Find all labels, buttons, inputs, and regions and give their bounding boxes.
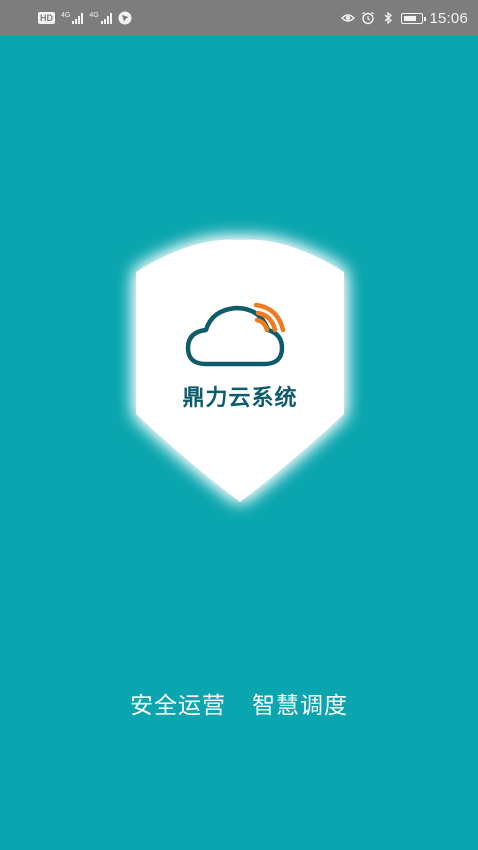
battery-icon [401,12,427,24]
signal-icon: 4G [61,12,84,24]
clock: 15:06 [429,9,468,27]
bluetooth-icon [385,11,393,25]
hd-icon: HD [38,12,55,24]
status-bar: HD 4G 4G 15:06 [0,0,478,36]
slogan: 安全运营 智慧调度 [0,686,478,720]
slogan-right: 智慧调度 [252,693,348,719]
slogan-left: 安全运营 [130,693,226,719]
status-bar-right: 15:06 [341,10,468,27]
signal-icon: 4G [89,12,112,24]
eye-icon [341,14,356,22]
logo-shield [124,236,356,512]
app-name: 鼎力云系统 [182,386,298,411]
network-type-label: 4G [61,12,71,19]
navigation-icon [118,11,132,25]
alarm-icon [362,11,375,25]
status-bar-left: HD 4G 4G [38,11,132,25]
network-type-label: 4G [89,12,99,19]
